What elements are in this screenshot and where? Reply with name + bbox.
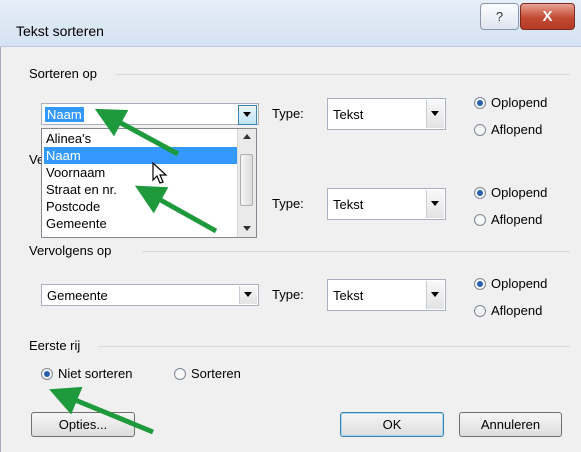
sort3-type-combo[interactable]: Tekst <box>327 279 446 311</box>
help-icon: ? <box>495 9 504 24</box>
sort3-group-label: Vervolgens op <box>29 243 112 258</box>
sort1-type-value: Tekst <box>333 107 364 122</box>
sort1-type-combo[interactable]: Tekst <box>327 98 446 130</box>
radio-unchecked-icon <box>474 304 486 317</box>
scrollbar-thumb[interactable] <box>240 154 253 206</box>
radio-checked-icon <box>474 96 486 109</box>
dropdown-item[interactable]: Naam <box>44 147 238 164</box>
help-button[interactable]: ? <box>480 3 519 30</box>
radio-checked-icon <box>474 186 486 199</box>
no-sort-radio[interactable]: Niet sorteren <box>41 366 132 381</box>
dropdown-item[interactable]: Postcode <box>44 198 238 215</box>
sort1-asc-radio[interactable]: Oplopend <box>474 95 547 110</box>
separator <box>98 346 570 347</box>
radio-unchecked-icon <box>174 367 186 380</box>
sort2-type-label: Type: <box>272 196 304 211</box>
options-button[interactable]: Opties... <box>31 412 135 437</box>
sort2-asc-radio[interactable]: Oplopend <box>474 185 547 200</box>
first-row-group-label: Eerste rij <box>29 338 81 353</box>
radio-unchecked-icon <box>474 213 486 226</box>
mouse-cursor-icon <box>152 162 168 184</box>
dropdown-scrollbar[interactable] <box>237 129 256 237</box>
sort1-field-value: Naam <box>45 107 84 122</box>
chevron-down-icon[interactable] <box>426 100 444 128</box>
sort1-type-label: Type: <box>272 106 304 121</box>
separator <box>115 74 570 75</box>
cancel-button[interactable]: Annuleren <box>459 412 562 437</box>
sort3-field-value: Gemeente <box>47 288 108 303</box>
scroll-down-icon[interactable] <box>243 226 251 231</box>
dropdown-item[interactable]: Gemeente <box>44 215 238 232</box>
chevron-down-icon[interactable] <box>239 286 257 304</box>
sort3-type-label: Type: <box>272 287 304 302</box>
scroll-up-icon[interactable] <box>243 134 251 139</box>
radio-checked-icon <box>474 277 486 290</box>
sort-radio[interactable]: Sorteren <box>174 366 241 381</box>
sort3-desc-radio[interactable]: Aflopend <box>474 303 542 318</box>
radio-checked-icon <box>41 367 53 380</box>
dropdown-item[interactable]: Alinea's <box>44 130 238 147</box>
sort1-group-label: Sorteren op <box>29 66 97 81</box>
sort1-field-combo[interactable]: Naam <box>41 103 259 125</box>
field-dropdown-list[interactable]: Alinea's Naam Voornaam Straat en nr. Postcod… <box>41 128 257 238</box>
sort1-desc-radio[interactable]: Aflopend <box>474 122 542 137</box>
sort3-field-combo[interactable]: Gemeente <box>41 284 259 306</box>
window-title: Tekst sorteren <box>16 23 104 39</box>
dropdown-item[interactable]: Straat en nr. <box>44 181 238 198</box>
sort3-asc-radio[interactable]: Oplopend <box>474 276 547 291</box>
dropdown-item[interactable]: Voornaam <box>44 164 238 181</box>
chevron-down-icon[interactable] <box>238 105 257 125</box>
close-icon: X <box>542 8 553 25</box>
sort3-type-value: Tekst <box>333 288 364 303</box>
sort2-type-value: Tekst <box>333 197 364 212</box>
radio-unchecked-icon <box>474 123 486 136</box>
separator <box>142 251 570 252</box>
chevron-down-icon[interactable] <box>426 190 444 218</box>
sort2-desc-radio[interactable]: Aflopend <box>474 212 542 227</box>
close-button[interactable]: X <box>520 3 575 30</box>
chevron-down-icon[interactable] <box>426 281 444 309</box>
ok-button[interactable]: OK <box>340 412 444 437</box>
sort2-type-combo[interactable]: Tekst <box>327 188 446 220</box>
